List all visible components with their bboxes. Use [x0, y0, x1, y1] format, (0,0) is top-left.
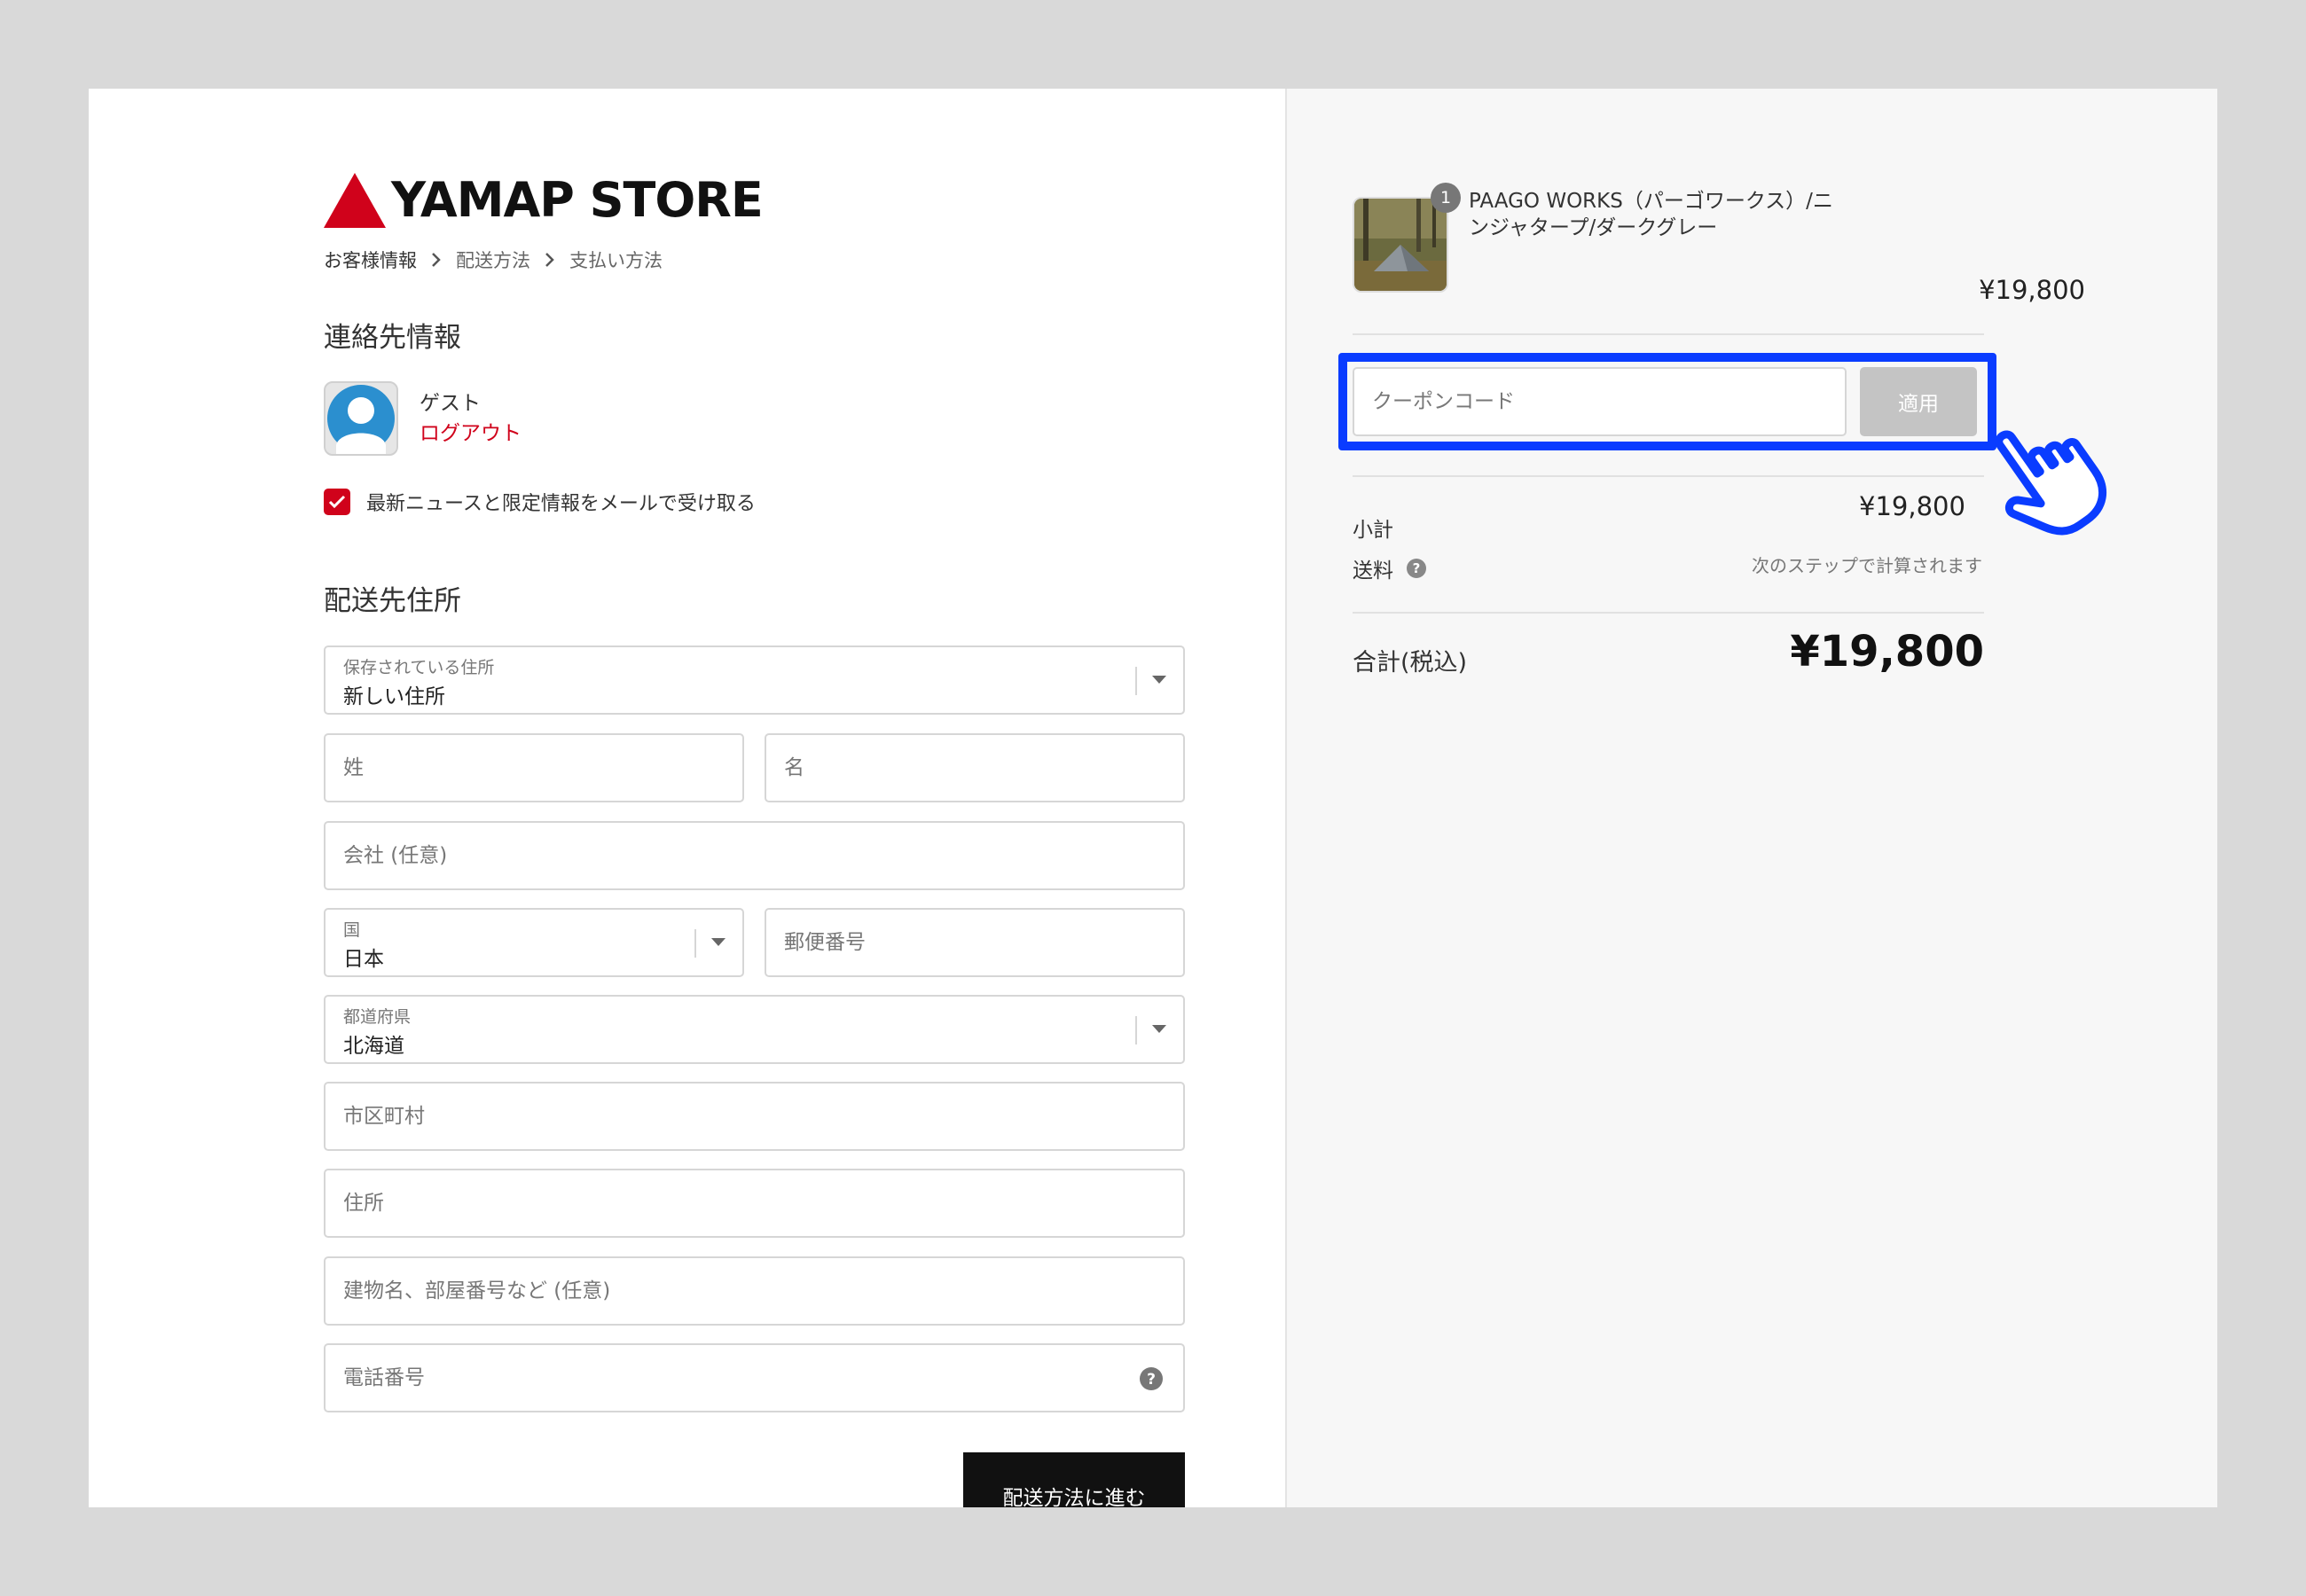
- svg-text:?: ?: [1147, 1371, 1156, 1389]
- country-select[interactable]: 国 日本: [324, 908, 744, 977]
- address-placeholder: 住所: [343, 1192, 384, 1215]
- continue-to-shipping-button[interactable]: 配送方法に進む: [963, 1452, 1185, 1507]
- chevron-right-icon: [431, 252, 442, 268]
- coupon-placeholder: クーポンコード: [1372, 390, 1515, 413]
- saved-address-select[interactable]: 保存されている住所 新しい住所: [324, 645, 1185, 715]
- city-input[interactable]: 市区町村: [324, 1082, 1185, 1151]
- subtotal-label: 小計: [1353, 519, 1393, 542]
- prefecture-value: 北海道: [343, 1035, 404, 1058]
- contact-name: ゲスト: [420, 392, 481, 415]
- address-input[interactable]: 住所: [324, 1169, 1185, 1238]
- help-icon[interactable]: ?: [1406, 558, 1427, 579]
- newsletter-label: 最新ニュースと限定情報をメールで受け取る: [366, 493, 756, 515]
- mountain-logo-icon: [324, 173, 386, 228]
- saved-address-value: 新しい住所: [343, 685, 445, 708]
- product-price: ¥19,800: [1979, 275, 2085, 305]
- contact-info: ゲスト ログアウト: [324, 381, 522, 456]
- order-summary-panel: 1 PAAGO WORKS（パーゴワークス）/ニンジャタープ/ダークグレー ¥1…: [1285, 89, 2217, 1507]
- quantity-badge: 1: [1431, 183, 1461, 213]
- last-name-input[interactable]: 姓: [324, 733, 744, 802]
- shipping-section-title: 配送先住所: [324, 585, 461, 617]
- product-thumbnail: [1353, 197, 1448, 293]
- contact-section-title: 連絡先情報: [324, 322, 461, 354]
- shipping-note: 次のステップで計算されます: [1752, 555, 1982, 576]
- divider: [1353, 475, 1984, 477]
- first-name-input[interactable]: 名: [765, 733, 1185, 802]
- svg-text:?: ?: [1413, 560, 1421, 576]
- chevron-right-icon: [545, 252, 555, 268]
- breadcrumb-payment-method[interactable]: 支払い方法: [569, 246, 663, 273]
- saved-address-label: 保存されている住所: [343, 658, 495, 677]
- store-logo[interactable]: YAMAP STORE: [324, 172, 764, 228]
- store-name: YAMAP STORE: [391, 172, 764, 228]
- checkout-window: YAMAP STORE お客様情報 配送方法 支払い方法 連絡先情報 ゲスト ロ…: [89, 89, 2217, 1507]
- city-placeholder: 市区町村: [343, 1105, 425, 1128]
- divider: [1353, 333, 1984, 335]
- breadcrumb-customer-info[interactable]: お客様情報: [324, 246, 417, 273]
- building-placeholder: 建物名、部屋番号など (任意): [343, 1279, 611, 1303]
- checkout-form-panel: YAMAP STORE お客様情報 配送方法 支払い方法 連絡先情報 ゲスト ロ…: [89, 89, 1285, 1507]
- country-label: 国: [343, 920, 361, 940]
- company-input[interactable]: 会社 (任意): [324, 821, 1185, 890]
- company-placeholder: 会社 (任意): [343, 844, 448, 867]
- phone-placeholder: 電話番号: [343, 1366, 425, 1389]
- divider: [1353, 612, 1984, 614]
- prefecture-label: 都道府県: [343, 1007, 412, 1027]
- breadcrumb: お客様情報 配送方法 支払い方法: [324, 246, 663, 273]
- postal-code-input[interactable]: 郵便番号: [765, 908, 1185, 977]
- caret-down-icon: [1135, 647, 1183, 713]
- phone-input[interactable]: 電話番号 ?: [324, 1343, 1185, 1412]
- breadcrumb-shipping-method[interactable]: 配送方法: [456, 246, 530, 273]
- logout-link[interactable]: ログアウト: [420, 419, 522, 449]
- newsletter-checkbox[interactable]: [324, 489, 350, 515]
- check-icon: [328, 495, 346, 509]
- caret-down-icon: [694, 910, 742, 975]
- total-value: ¥19,800: [1790, 627, 1984, 677]
- last-name-placeholder: 姓: [343, 756, 364, 779]
- newsletter-option[interactable]: 最新ニュースと限定情報をメールで受け取る: [324, 488, 756, 516]
- shipping-label: 送料: [1353, 559, 1393, 583]
- first-name-placeholder: 名: [784, 756, 804, 779]
- country-value: 日本: [343, 948, 384, 971]
- hand-pointer-icon: [1974, 408, 2116, 553]
- building-input[interactable]: 建物名、部屋番号など (任意): [324, 1256, 1185, 1326]
- total-label: 合計(税込): [1353, 649, 1468, 677]
- product-name: PAAGO WORKS（パーゴワークス）/ニンジャタープ/ダークグレー: [1469, 190, 1833, 239]
- user-avatar-icon: [324, 381, 398, 456]
- postal-code-placeholder: 郵便番号: [784, 931, 866, 954]
- prefecture-select[interactable]: 都道府県 北海道: [324, 995, 1185, 1064]
- help-icon[interactable]: ?: [1139, 1366, 1164, 1395]
- subtotal-value: ¥19,800: [1859, 491, 1965, 521]
- coupon-code-input[interactable]: クーポンコード: [1353, 367, 1847, 436]
- shipping-row: 送料 ?: [1353, 553, 1427, 583]
- caret-down-icon: [1135, 997, 1183, 1062]
- apply-coupon-button[interactable]: 適用: [1860, 367, 1977, 436]
